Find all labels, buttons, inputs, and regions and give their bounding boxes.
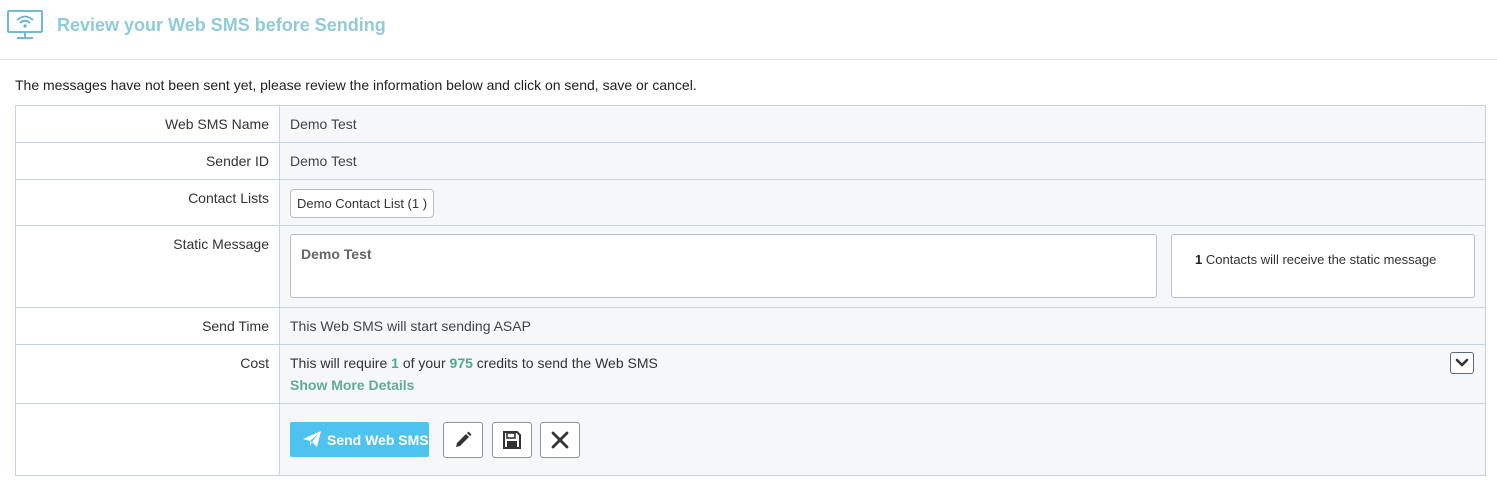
send-web-sms-label: Send Web SMS [327,431,429,448]
actions-cell: Send Web SMS [279,403,1486,476]
web-sms-name-value: Demo Test [279,105,1486,143]
cost-suffix: credits to send the Web SMS [476,355,658,371]
intro-text: The messages have not been sent yet, ple… [15,77,697,93]
pencil-icon [456,431,472,447]
send-web-sms-button[interactable]: Send Web SMS [290,422,429,457]
close-icon [551,431,569,449]
static-message-value: Demo Test 1 Contacts will receive the st… [279,225,1486,308]
table-row: Send Time This Web SMS will start sendin… [15,307,1486,345]
review-table: Web SMS Name Demo Test Sender ID Demo Te… [15,105,1486,476]
table-row: Contact Lists Demo Contact List (1 ) [15,179,1486,226]
send-time-label: Send Time [15,307,280,345]
send-time-value: This Web SMS will start sending ASAP [279,307,1486,345]
floppy-disk-icon [503,431,521,449]
available-credits: 975 [449,355,473,371]
cost-middle: of your [402,355,446,371]
page-header: Review your Web SMS before Sending [0,0,1497,60]
cancel-button[interactable] [540,422,580,458]
contact-lists-value: Demo Contact List (1 ) [279,179,1486,226]
table-row: Sender ID Demo Test [15,142,1486,180]
save-button[interactable] [492,422,532,458]
cost-summary: This will require 1 of your 975 credits … [290,355,1475,371]
recipient-count: 1 [1195,252,1203,267]
recipient-count-text: Contacts will receive the static message [1205,252,1437,267]
cost-prefix: This will require [290,355,388,371]
table-row: Send Web SMS [15,403,1486,476]
sender-id-value: Demo Test [279,142,1486,180]
static-message-label: Static Message [15,225,280,308]
contact-list-tag[interactable]: Demo Contact List (1 ) [290,189,435,218]
edit-button[interactable] [443,422,483,458]
paper-plane-icon [303,431,321,447]
actions-label-cell [15,403,280,476]
sender-id-label: Sender ID [15,142,280,180]
contact-lists-label: Contact Lists [15,179,280,226]
chevron-down-icon [1455,358,1469,367]
expand-details-button[interactable] [1450,352,1474,374]
table-row: Web SMS Name Demo Test [15,105,1486,143]
required-credits: 1 [391,355,399,371]
show-more-details-link[interactable]: Show More Details [290,377,1475,393]
cost-label: Cost [15,344,280,404]
web-sms-name-label: Web SMS Name [15,105,280,143]
cost-value: This will require 1 of your 975 credits … [279,344,1486,404]
table-row: Cost This will require 1 of your 975 cre… [15,344,1486,404]
table-row: Static Message Demo Test 1 Contacts will… [15,225,1486,308]
static-message-box: Demo Test [290,234,1157,298]
page-title: Review your Web SMS before Sending [57,15,386,35]
static-recipient-count: 1 Contacts will receive the static messa… [1171,234,1475,298]
wifi-monitor-icon [7,10,43,39]
